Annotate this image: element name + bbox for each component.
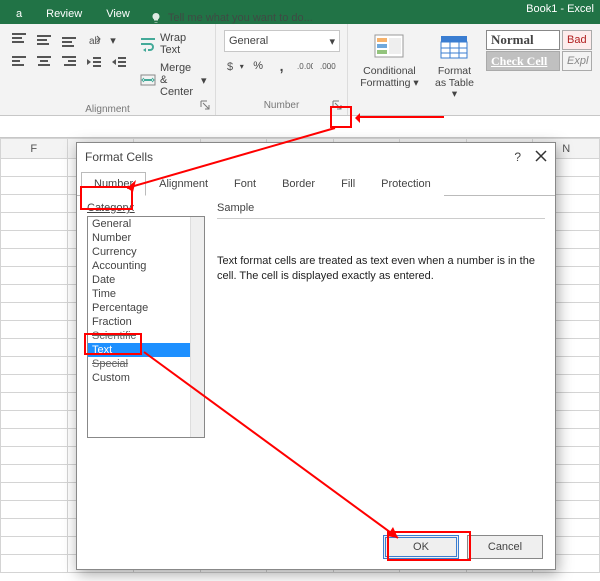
col-header[interactable]: F xyxy=(1,139,68,159)
app-title: Book1 - Excel xyxy=(526,3,594,15)
svg-text:.00: .00 xyxy=(304,62,313,71)
tab-trunc[interactable]: a xyxy=(4,4,34,24)
format-as-table-label: Format as Table ▾ xyxy=(433,66,476,101)
list-item[interactable]: Number xyxy=(88,231,204,245)
dlg-tab-protection[interactable]: Protection xyxy=(368,172,444,196)
category-label: Category: xyxy=(87,202,205,214)
dlg-tab-border[interactable]: Border xyxy=(269,172,328,196)
list-item[interactable]: Scientific xyxy=(88,329,204,343)
number-format-value: General xyxy=(229,35,268,47)
alignment-launcher[interactable] xyxy=(198,98,212,112)
dialog-titlebar[interactable]: Format Cells ? xyxy=(77,143,555,171)
formula-bar-area xyxy=(0,116,600,138)
comma-format-button[interactable]: , xyxy=(271,56,292,76)
cell-style-check[interactable]: Check Cell xyxy=(486,51,560,71)
align-top-button[interactable] xyxy=(8,30,30,50)
lightbulb-icon xyxy=(150,12,162,24)
dialog-tabs: Number Alignment Font Border Fill Protec… xyxy=(77,171,555,196)
group-alignment-label: Alignment xyxy=(8,100,207,115)
format-as-table-icon xyxy=(437,30,471,64)
list-item[interactable]: Fraction xyxy=(88,315,204,329)
chevron-down-icon: ▾ xyxy=(329,35,335,48)
group-alignment: ab ▾ Wrap Text Merge & Ce xyxy=(0,24,216,115)
dlg-tab-alignment[interactable]: Alignment xyxy=(146,172,221,196)
ribbon: ab ▾ Wrap Text Merge & Ce xyxy=(0,24,600,116)
merge-drop[interactable]: ▾ xyxy=(201,74,207,87)
ribbon-tabs: a Review View Tell me what you want to d… xyxy=(0,0,600,24)
wrap-text-icon xyxy=(140,36,156,52)
list-item[interactable]: Date xyxy=(88,273,204,287)
decrease-decimal-button[interactable]: .00.0 xyxy=(318,56,339,76)
cell-style-explanatory[interactable]: Expl xyxy=(562,51,592,71)
align-bottom-button[interactable] xyxy=(58,30,80,50)
format-as-table-button[interactable]: Format as Table ▾ xyxy=(429,30,480,101)
wrap-text-label: Wrap Text xyxy=(160,32,207,56)
list-item[interactable]: Time xyxy=(88,287,204,301)
scrollbar[interactable] xyxy=(190,217,204,437)
increase-indent-button[interactable] xyxy=(108,52,130,72)
conditional-formatting-button[interactable]: Conditional Formatting ▾ xyxy=(356,30,423,89)
close-icon xyxy=(535,150,547,162)
format-description: Text format cells are treated as text ev… xyxy=(217,254,545,284)
tab-view[interactable]: View xyxy=(94,4,142,24)
group-styles: Conditional Formatting ▾ Format as Table… xyxy=(348,24,600,115)
help-button[interactable]: ? xyxy=(514,150,521,164)
list-item[interactable]: Currency xyxy=(88,245,204,259)
list-item[interactable]: Percentage xyxy=(88,301,204,315)
align-center-button[interactable] xyxy=(33,52,55,72)
merge-center-label: Merge & Center xyxy=(160,62,193,98)
decrease-indent-button[interactable] xyxy=(83,52,105,72)
orientation-button[interactable]: ab xyxy=(83,30,105,50)
cell-styles-gallery[interactable]: Normal Bad Check Cell Expl xyxy=(486,30,592,71)
close-button[interactable] xyxy=(535,150,547,165)
tab-review[interactable]: Review xyxy=(34,4,94,24)
dlg-tab-number[interactable]: Number xyxy=(81,172,146,196)
tell-me-label: Tell me what you want to do... xyxy=(168,12,313,24)
cell-style-normal[interactable]: Normal xyxy=(486,30,560,50)
cell-style-bad[interactable]: Bad xyxy=(562,30,592,50)
list-item-selected[interactable]: Text xyxy=(88,343,204,357)
orientation-drop[interactable]: ▾ xyxy=(108,30,118,50)
list-item[interactable]: Special xyxy=(88,357,204,371)
number-format-select[interactable]: General ▾ xyxy=(224,30,340,52)
merge-center-button[interactable]: Merge & Center ▾ xyxy=(136,60,211,100)
dlg-tab-font[interactable]: Font xyxy=(221,172,269,196)
list-item[interactable]: General xyxy=(88,217,204,231)
align-middle-button[interactable] xyxy=(33,30,55,50)
list-item[interactable]: Accounting xyxy=(88,259,204,273)
wrap-text-button[interactable]: Wrap Text xyxy=(136,30,211,58)
sample-label: Sample xyxy=(217,202,254,214)
number-launcher[interactable] xyxy=(330,98,344,112)
conditional-formatting-label: Conditional Formatting ▾ xyxy=(360,66,419,89)
svg-text:$: $ xyxy=(227,61,233,73)
increase-decimal-button[interactable]: .0.00 xyxy=(294,56,315,76)
svg-text:.0: .0 xyxy=(329,62,336,71)
group-number: General ▾ $▾ % , .0.00 .00.0 Number xyxy=(216,24,348,115)
ok-button[interactable]: OK xyxy=(383,535,459,559)
accounting-format-button[interactable]: $▾ xyxy=(224,56,245,76)
tell-me-search[interactable]: Tell me what you want to do... xyxy=(150,12,313,24)
align-left-button[interactable] xyxy=(8,52,30,72)
list-item[interactable]: Custom xyxy=(88,371,204,385)
category-listbox[interactable]: General Number Currency Accounting Date … xyxy=(87,216,205,438)
dialog-title: Format Cells xyxy=(85,150,153,164)
format-cells-dialog: Format Cells ? Number Alignment Font Bor… xyxy=(76,142,556,570)
merge-icon xyxy=(140,72,156,88)
dlg-tab-fill[interactable]: Fill xyxy=(328,172,368,196)
align-right-button[interactable] xyxy=(58,52,80,72)
group-number-label: Number xyxy=(224,96,339,111)
cancel-button[interactable]: Cancel xyxy=(467,535,543,559)
conditional-formatting-icon xyxy=(372,30,406,64)
sample-box xyxy=(217,218,545,244)
percent-format-button[interactable]: % xyxy=(247,56,268,76)
